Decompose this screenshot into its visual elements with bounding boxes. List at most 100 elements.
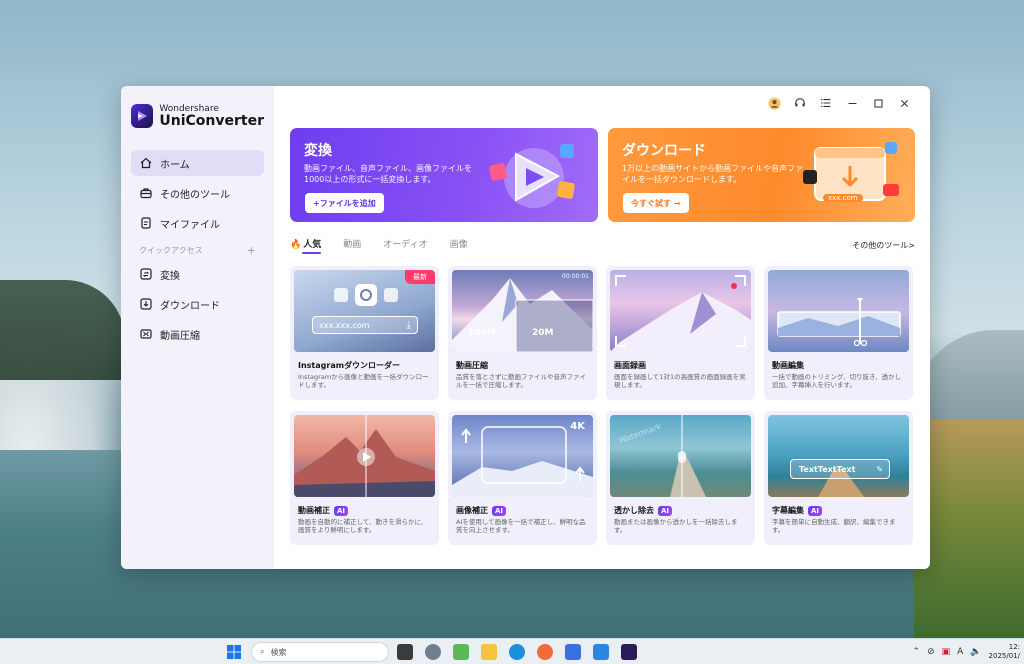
original-size-label: 200M — [468, 328, 496, 338]
menu-icon[interactable] — [815, 92, 837, 114]
download-banner[interactable]: ダウンロード 1万以上の動画サイトから動画ファイルや音声ファイルを一括ダウンロー… — [608, 128, 915, 222]
download-window-icon — [803, 142, 899, 201]
uniconverter-taskbar-icon[interactable] — [621, 644, 637, 660]
snipping-tool-icon[interactable] — [453, 644, 469, 660]
card-desc: 字幕を簡単に自動生成、翻訳、編集できます。 — [772, 518, 896, 534]
video-timestamp: 00:00:01 — [562, 273, 589, 280]
store-icon[interactable] — [593, 644, 609, 660]
download-url-label: xxx.com — [823, 194, 863, 202]
toolbox-icon — [139, 187, 152, 200]
tool-card-video-compress[interactable]: 00:00:01 200M 20M 動画圧縮 品質を落とさずに動画ファイルや音声… — [448, 266, 597, 400]
sidebar-item-my-files[interactable]: マイファイル — [131, 210, 264, 236]
sidebar-item-convert[interactable]: 変換 — [131, 261, 264, 287]
file-explorer-icon[interactable] — [481, 644, 497, 660]
card-desc: 品質を落とさずに動画ファイルや音声ファイルを一括で圧縮します。 — [456, 373, 586, 389]
card-desc: 動画または画像から透かしを一括除去します。 — [614, 518, 738, 534]
play-compare-icon — [294, 415, 435, 497]
card-desc: AIを使用して画像を一括で補正し、鮮明な品質を向上させます。 — [456, 518, 586, 534]
app-orange-icon[interactable] — [537, 644, 553, 660]
sidebar-item-label: ダウンロード — [160, 300, 220, 312]
download-illustration: xxx.com — [801, 138, 901, 214]
subtitle-sample-text: TextTextText — [799, 464, 856, 474]
ai-badge: AI — [492, 505, 507, 516]
sidebar-item-home[interactable]: ホーム — [131, 150, 264, 176]
ai-badge: AI — [658, 505, 673, 516]
tab-audio[interactable]: オーディオ — [383, 237, 427, 254]
app-window: Wondershare UniConverter ホーム その他のツール マイフ… — [121, 86, 930, 569]
sidebar: Wondershare UniConverter ホーム その他のツール マイフ… — [121, 86, 274, 569]
tool-card-screen-recorder[interactable]: 画面録画 画面を録画して1対1の高画質の画面録画を実現します。 — [606, 266, 755, 400]
sidebar-item-label: その他のツール — [160, 189, 230, 201]
card-desc: Instagramから画像と動画を一括ダウンロードします。 — [298, 373, 429, 389]
edge-browser-icon[interactable] — [509, 644, 525, 660]
convert-banner[interactable]: 変換 動画ファイル、音声ファイル、画像ファイルを1000以上の形式に一括変換しま… — [290, 128, 598, 222]
try-now-button[interactable]: 今すぐ試す → — [623, 193, 689, 213]
compress-icon — [139, 328, 152, 341]
sidebar-item-download[interactable]: ダウンロード — [131, 291, 264, 317]
clock[interactable]: 12: 2025/01/ — [989, 643, 1020, 661]
home-icon — [139, 157, 152, 170]
task-view-icon[interactable] — [397, 644, 413, 660]
sidebar-item-label: ホーム — [160, 159, 190, 171]
sidebar-item-label: 動画圧縮 — [160, 330, 200, 342]
quick-access-add-button[interactable]: + — [247, 244, 256, 257]
chevron-up-icon[interactable]: ⌃ — [913, 647, 921, 657]
settings-gear-icon[interactable] — [425, 644, 441, 660]
more-tools-link[interactable]: その他のツール> — [852, 240, 915, 251]
taskbar-search-placeholder: 検索 — [270, 647, 287, 657]
instagram-thumbnail: 最新 xxx.xxx.com ⤓ — [294, 270, 435, 352]
minimize-icon[interactable] — [841, 92, 863, 114]
ai-badge: AI — [808, 505, 823, 516]
card-title: 動画編集 — [772, 361, 804, 370]
input-language-indicator[interactable]: A — [957, 647, 963, 657]
add-file-button[interactable]: +ファイルを追加 — [305, 193, 384, 213]
recorder-thumbnail — [610, 270, 751, 352]
card-title: 透かし除去 AI — [614, 505, 747, 516]
brand-product: UniConverter — [159, 112, 264, 129]
headset-support-icon[interactable] — [789, 92, 811, 114]
record-frame-icon — [610, 275, 751, 352]
mountain-peak-image — [452, 278, 593, 352]
speaker-icon[interactable]: 🔈 — [970, 647, 981, 657]
tool-card-video-editor[interactable]: 動画編集 一括で動画のトリミング、切り抜き、透かし追加、字幕挿入を行います。 — [764, 266, 913, 400]
compress-thumbnail: 00:00:01 200M 20M — [452, 270, 593, 352]
close-icon[interactable] — [893, 92, 915, 114]
windows-start-icon[interactable] — [227, 645, 241, 659]
brand: Wondershare UniConverter — [131, 104, 264, 128]
sidebar-item-compress[interactable]: 動画圧縮 — [131, 321, 264, 347]
uniconverter-logo-icon — [131, 104, 154, 128]
maximize-icon[interactable] — [867, 92, 889, 114]
main-content: 変換 動画ファイル、音声ファイル、画像ファイルを1000以上の形式に一括変換しま… — [274, 86, 930, 569]
tab-video[interactable]: 動画 — [343, 237, 361, 254]
url-text: xxx.xxx.com — [319, 320, 370, 330]
instagram-url-field: xxx.xxx.com ⤓ — [312, 316, 418, 334]
security-shield-icon[interactable]: ▣ — [942, 647, 951, 657]
network-off-icon[interactable]: ⊘ — [927, 647, 935, 657]
tab-popular[interactable]: 🔥 人気 — [290, 237, 322, 254]
tool-card-video-enhance[interactable]: 動画補正 AI 動画を自動的に補正して、動きを滑らかに、画質をより鮮明にします。 — [290, 411, 439, 545]
clock-date: 2025/01/ — [988, 652, 1020, 660]
mail-icon[interactable] — [565, 644, 581, 660]
sidebar-item-other-tools[interactable]: その他のツール — [131, 180, 264, 206]
clock-time: 12: — [1008, 643, 1020, 651]
tab-image[interactable]: 画像 — [450, 237, 468, 254]
timeline-scissors-icon — [777, 298, 901, 347]
ai-badge: AI — [334, 505, 349, 516]
tool-grid: 最新 xxx.xxx.com ⤓ Instagramダウンローダー Instag… — [290, 266, 915, 545]
account-avatar-icon[interactable] — [763, 92, 785, 114]
card-title: 動画補正 AI — [298, 505, 431, 516]
convert-play-illustration-icon — [489, 144, 575, 208]
subtitle-sample-box: TextTextText ✎ — [790, 459, 890, 479]
image-enhance-thumbnail: 4K — [452, 415, 593, 497]
road-compare-icon — [670, 415, 706, 497]
sidebar-item-label: 変換 — [160, 270, 180, 282]
convert-banner-desc: 動画ファイル、音声ファイル、画像ファイルを1000以上の形式に一括変換します。 — [304, 164, 472, 184]
video-enhance-thumbnail — [294, 415, 435, 497]
tool-card-watermark-remover[interactable]: Watermark 透かし除去 AI 動画または画像から透かしを一括除去します。 — [606, 411, 755, 545]
convert-icon — [139, 268, 152, 281]
tool-card-image-enhance[interactable]: 4K 画像補正 AI AIを使用して画像を一括で補正し、鮮明な品質を向上させます。 — [448, 411, 597, 545]
taskbar-search-box[interactable]: ⌕ 検索 — [251, 642, 389, 662]
tool-card-instagram-downloader[interactable]: 最新 xxx.xxx.com ⤓ Instagramダウンローダー Instag… — [290, 266, 439, 400]
tool-card-subtitle-editor[interactable]: TextTextText ✎ 字幕編集 AI 字幕を簡単に自動生成、翻訳、編集でき… — [764, 411, 913, 545]
pencil-icon: ✎ — [876, 464, 883, 474]
